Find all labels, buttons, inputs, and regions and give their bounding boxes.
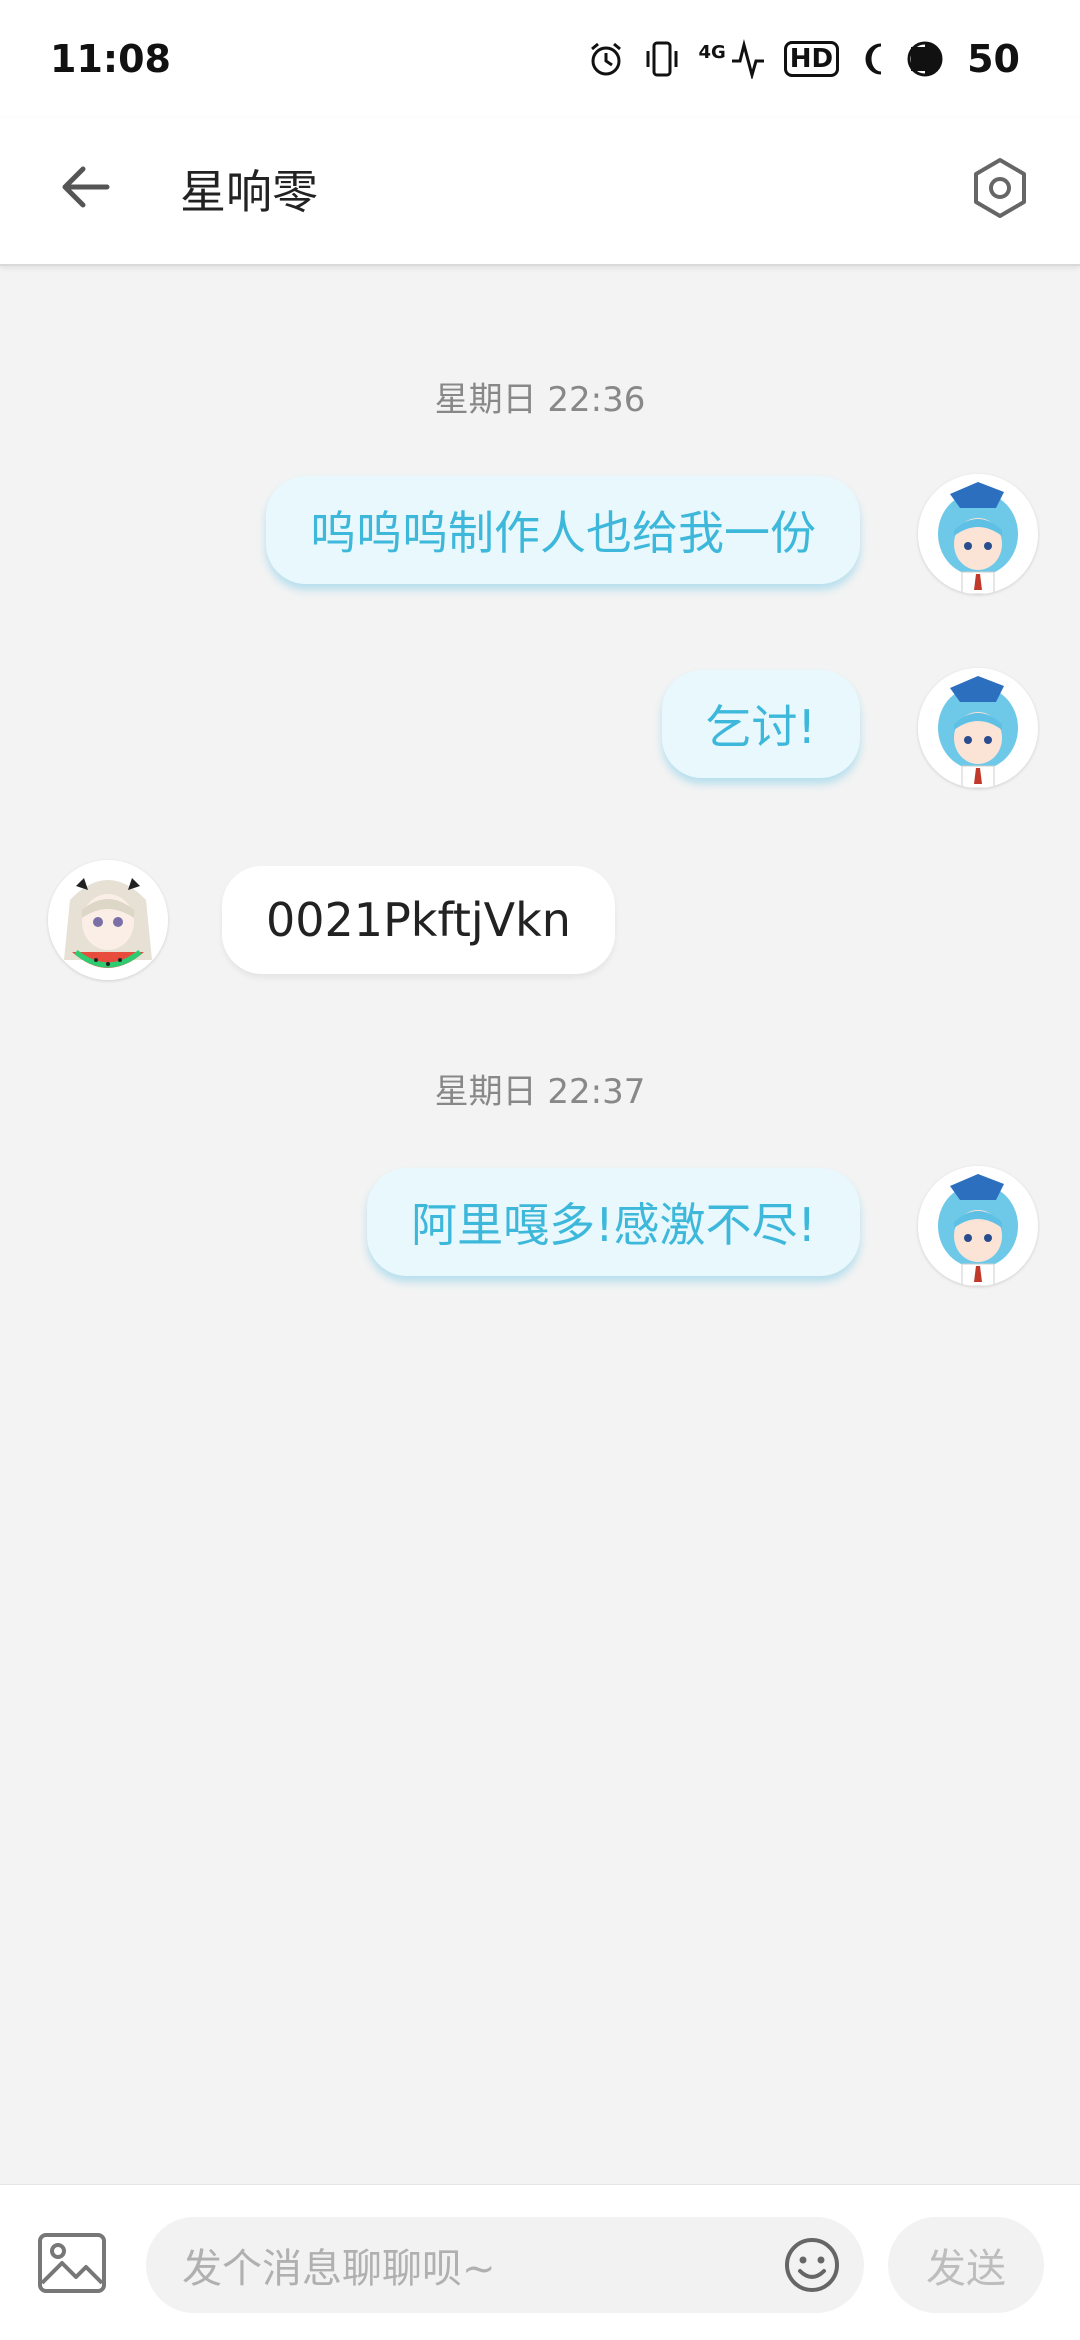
back-button[interactable]	[50, 152, 120, 222]
hd-label: HD	[783, 41, 840, 77]
avatar-self[interactable]	[918, 474, 1038, 594]
battery-icon	[907, 41, 943, 77]
app-bar: 星响零	[0, 118, 1080, 266]
status-bar: 11:08 4G HD 50	[0, 0, 1080, 118]
timestamp: 星期日 22:36	[434, 380, 646, 420]
arrow-left-icon	[62, 166, 110, 208]
message-bubble-received[interactable]: 0021PkftjVkn	[222, 866, 615, 974]
emoji-button[interactable]	[782, 2235, 842, 2295]
chat-title: 星响零	[180, 165, 318, 219]
send-button[interactable]: 发送	[888, 2217, 1044, 2313]
avatar-self-image	[918, 668, 1038, 788]
chat-messages: 星期日 22:36 呜呜呜制作人也给我一份 乞讨! 0021PkftjVkn 星…	[0, 268, 1080, 2183]
signal-wave-icon	[731, 39, 764, 79]
message-bubble-sent[interactable]: 阿里嘎多!感激不尽!	[367, 1168, 860, 1276]
network-label: 4G	[698, 41, 726, 63]
status-icons: 4G HD 50	[586, 37, 1020, 81]
settings-button[interactable]	[960, 148, 1040, 228]
hexagon-gear-icon	[974, 158, 1026, 218]
avatar-self[interactable]	[918, 668, 1038, 788]
image-button[interactable]	[36, 2231, 108, 2295]
image-icon	[38, 2233, 106, 2293]
status-time: 11:08	[50, 37, 171, 81]
battery-level: 50	[967, 37, 1020, 81]
avatar-contact[interactable]	[48, 860, 168, 980]
avatar-self-image	[918, 474, 1038, 594]
smiley-icon	[785, 2238, 839, 2292]
avatar-self[interactable]	[918, 1166, 1038, 1286]
timestamp: 星期日 22:37	[434, 1072, 646, 1112]
avatar-contact-image	[48, 860, 168, 980]
vibrate-icon	[646, 41, 678, 77]
message-bubble-sent[interactable]: 呜呜呜制作人也给我一份	[266, 476, 860, 584]
message-input-placeholder: 发个消息聊聊呗~	[182, 2246, 496, 2292]
moon-icon	[865, 43, 882, 75]
message-input-bar: 发个消息聊聊呗~ 发送	[0, 2184, 1080, 2340]
message-bubble-sent[interactable]: 乞讨!	[661, 670, 860, 778]
alarm-icon	[591, 42, 622, 76]
message-input[interactable]: 发个消息聊聊呗~	[146, 2217, 864, 2313]
avatar-self-image	[918, 1166, 1038, 1286]
